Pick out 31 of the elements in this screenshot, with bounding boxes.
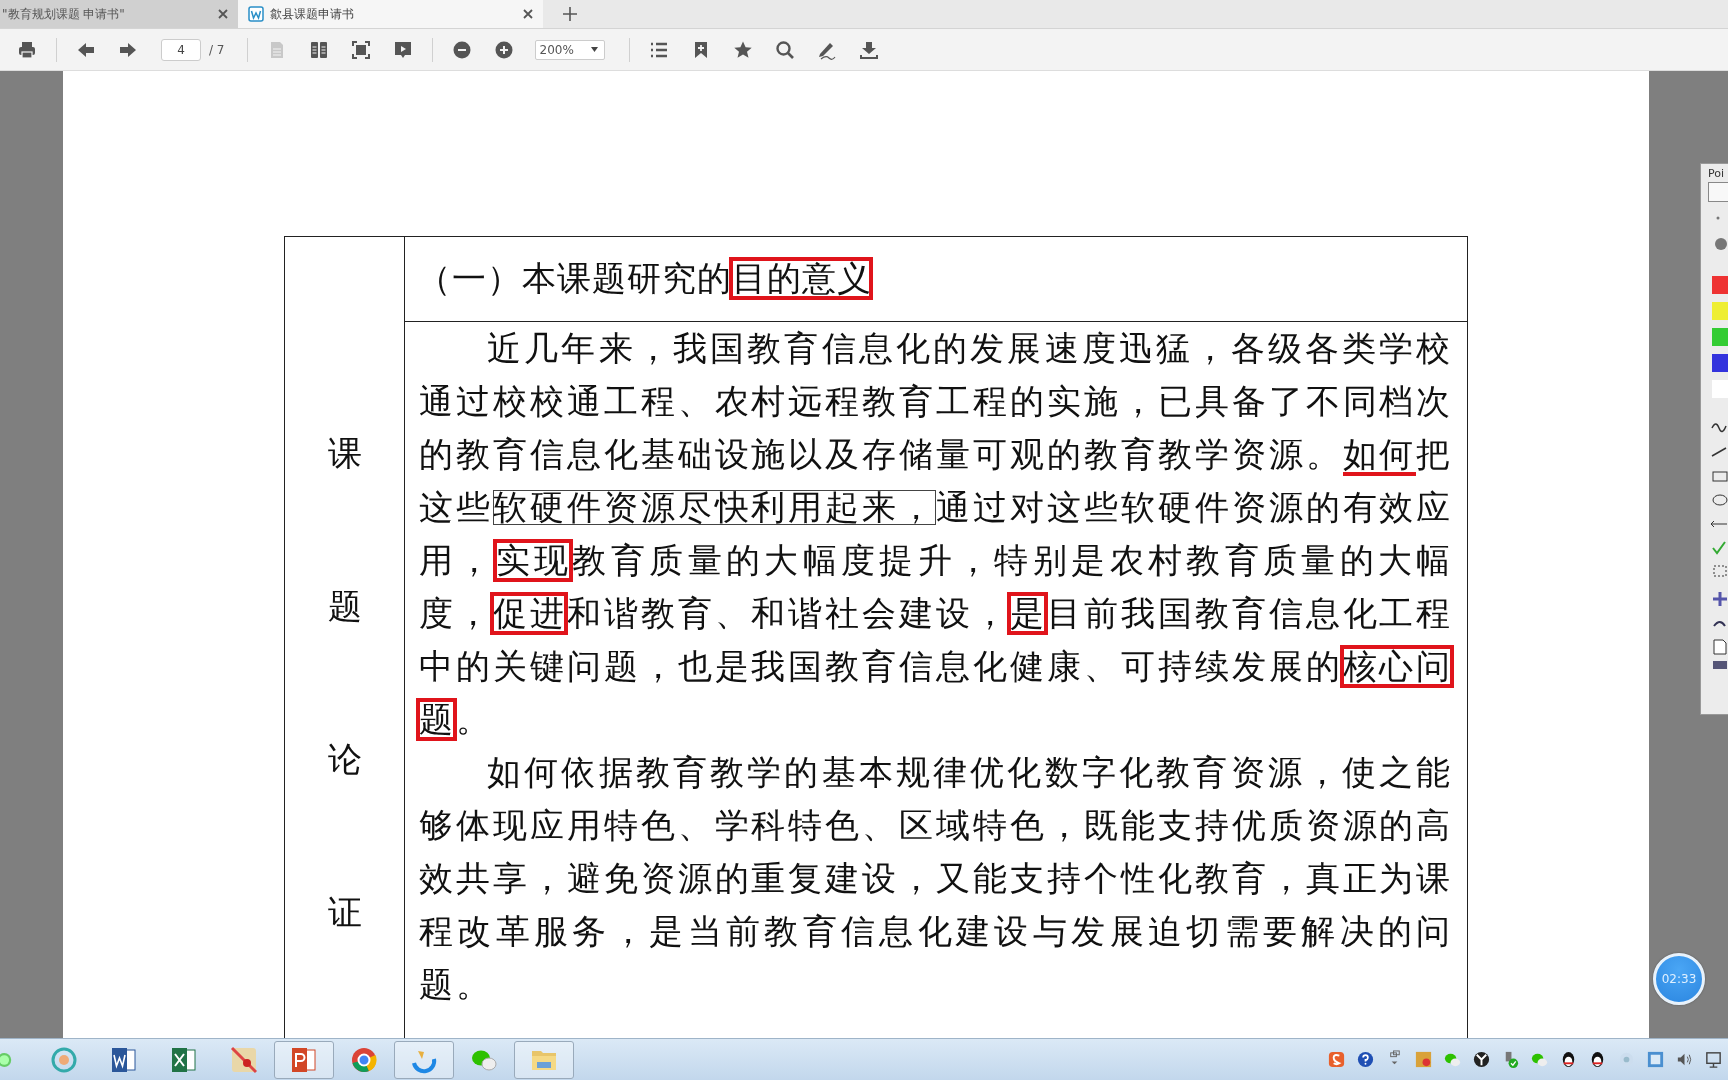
network-icon[interactable]	[1704, 1050, 1723, 1069]
section-heading: （一）本课题研究的 目的意义	[417, 259, 872, 299]
palette-title: Poi	[1707, 166, 1725, 182]
caret-icon	[590, 47, 598, 52]
app-tray-icon[interactable]	[1414, 1050, 1433, 1069]
palette-button[interactable]	[1708, 182, 1728, 202]
page-number-field[interactable]: 4	[161, 38, 201, 61]
swoosh-app-icon[interactable]	[394, 1040, 454, 1079]
input-method-icon[interactable]	[1327, 1050, 1346, 1069]
page-total: / 7	[209, 42, 225, 57]
search-icon[interactable]	[774, 39, 795, 60]
powerpoint-icon[interactable]	[274, 1040, 334, 1079]
browser-tab[interactable]: "教育规划课题 申请书"	[0, 0, 238, 28]
download-icon[interactable]	[858, 39, 879, 60]
fit-screen-icon[interactable]	[350, 39, 371, 60]
zoom-dropdown[interactable]: 200%	[534, 39, 605, 60]
zoom-in-icon[interactable]	[493, 39, 514, 60]
print-icon[interactable]	[17, 39, 37, 60]
presentation-icon[interactable]	[392, 39, 413, 60]
close-icon[interactable]	[218, 9, 228, 19]
paragraph: 近几年来，我国教育信息化的发展速度迅猛，各级各类学校通过校校通工程、农村远程教育工程的实施，已具备了不同档次的教育信息化基础设施以及存储量可观的教育教学资源。如何把这些软硬件资源尽快利用起来，通过对这些软硬件资源的有效应用，实现教育质量的大幅度提升，特别是农村教育质量的大幅度，促进和谐教育、和谐社会建设，是 目前我国教育信息化工程中的关键问题，也是我国教育信息化健康、可持续发展的 核心问题。	[419, 329, 1453, 740]
help-icon[interactable]	[1356, 1050, 1375, 1069]
new-tab-icon[interactable]	[563, 7, 577, 21]
side-label: 课题论证	[327, 434, 362, 933]
book-view-icon[interactable]	[308, 39, 329, 60]
browser-tab[interactable]: 歙县课题申请书	[238, 0, 543, 28]
zoom-out-icon[interactable]	[451, 39, 472, 60]
close-icon[interactable]	[523, 9, 533, 19]
paragraph: 如何依据教育教学的基本规律优化数字化教育资源，使之能够体现应用特色、学科特色、区域特色，既能支持优质资源的高效共享，避免资源的重复建设，又能支持个性化教育，真正为课程改革服务，是当前教育信息化建设与发展迫切需要解决的问题。	[419, 753, 1453, 1005]
circle-tray-icon[interactable]	[1472, 1050, 1491, 1069]
document-icon	[248, 6, 264, 22]
